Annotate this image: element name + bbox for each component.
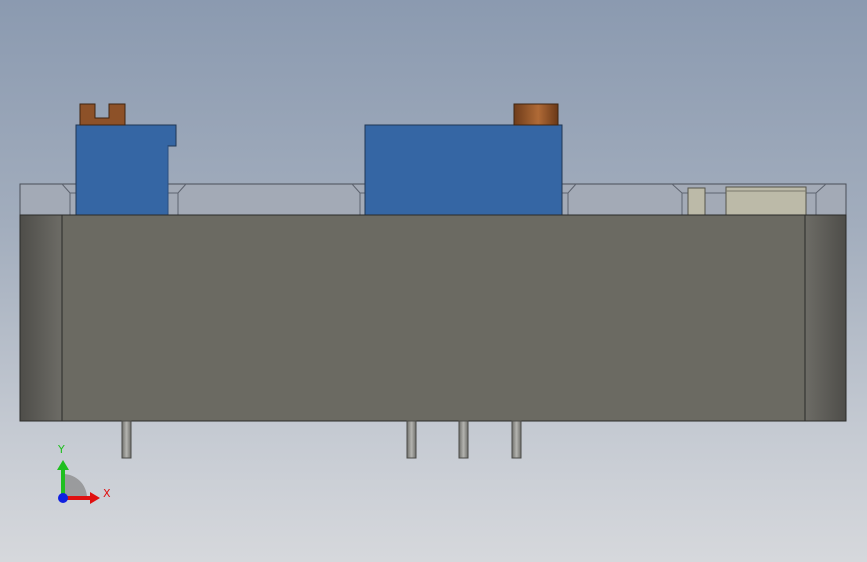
small-component xyxy=(687,187,706,216)
relay-center[interactable] xyxy=(364,124,563,216)
relay-left[interactable] xyxy=(75,124,177,216)
housing-end-left xyxy=(19,214,63,422)
pin-1 xyxy=(121,420,132,459)
pin-2 xyxy=(406,420,417,459)
z-axis-dot xyxy=(58,493,68,503)
y-axis-arrowhead xyxy=(57,460,69,470)
housing-end-right xyxy=(804,214,847,422)
round-terminal xyxy=(513,103,559,126)
rotation-arc-icon xyxy=(63,474,87,498)
pin-3 xyxy=(458,420,469,459)
y-axis-label: Y xyxy=(58,443,65,456)
x-axis-label: X xyxy=(103,487,111,500)
slotted-terminal xyxy=(79,103,126,126)
x-axis-arrowhead xyxy=(90,492,100,504)
housing-body[interactable] xyxy=(61,214,806,422)
relay-left-body xyxy=(75,124,177,216)
pin-4 xyxy=(511,420,522,459)
3d-viewport[interactable]: Y X xyxy=(0,0,867,562)
model-view[interactable] xyxy=(0,0,867,562)
label-plate xyxy=(725,186,807,216)
